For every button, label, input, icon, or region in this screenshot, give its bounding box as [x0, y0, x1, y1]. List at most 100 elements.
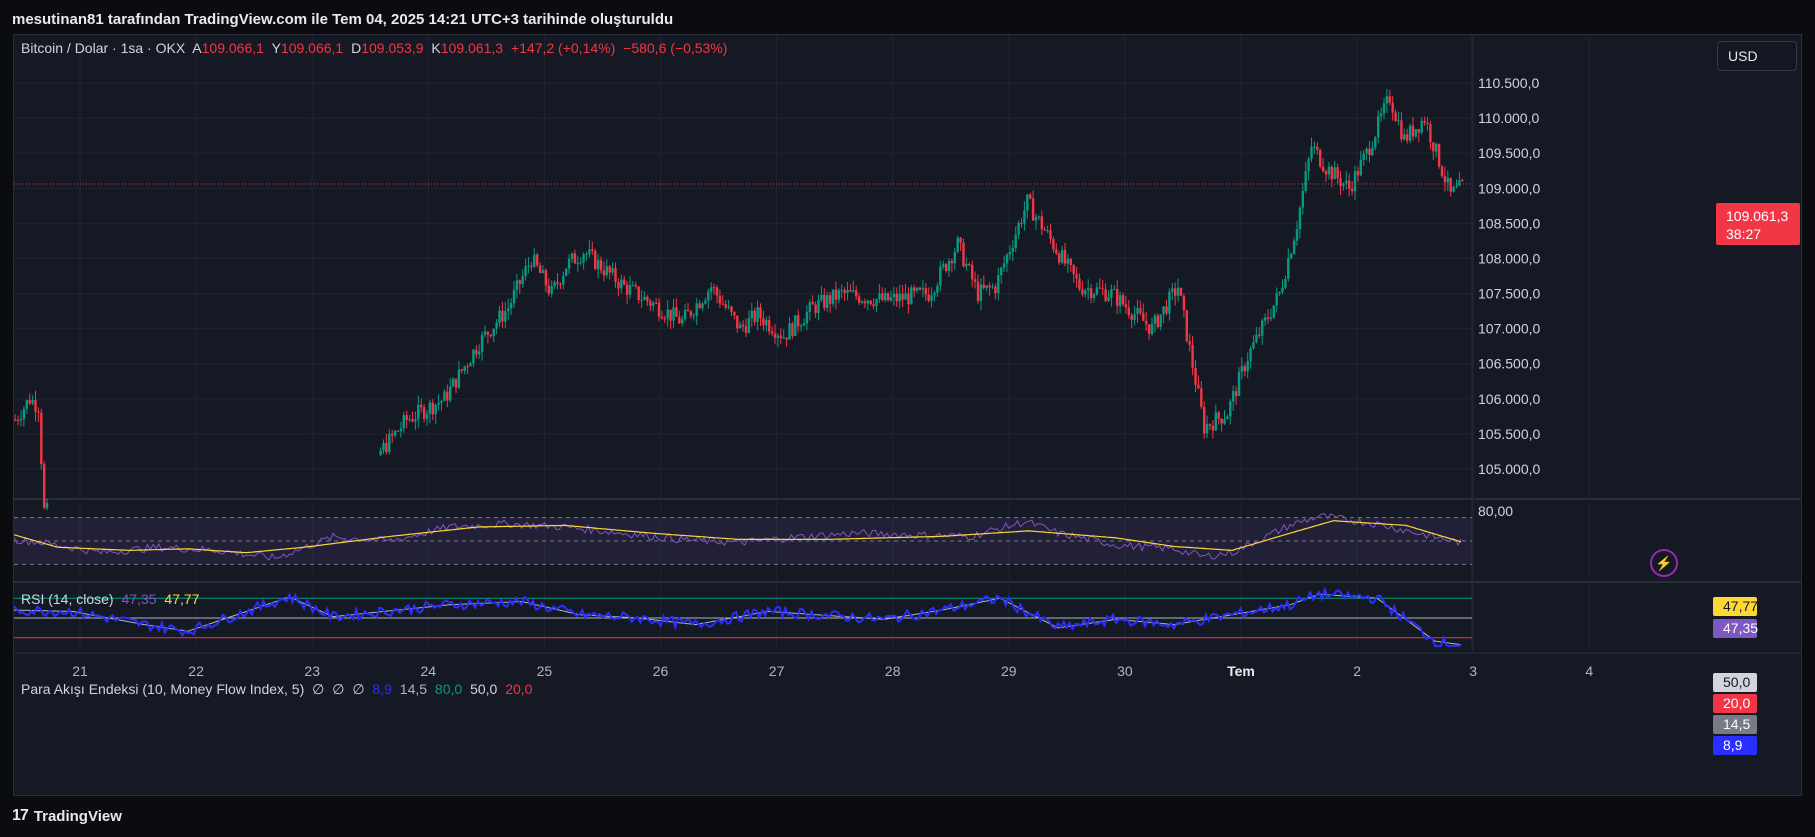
y-tick-label: 107.000,0 [1478, 321, 1540, 337]
currency-button[interactable]: USD [1717, 41, 1797, 71]
candle-body [947, 261, 951, 271]
candle-body [460, 369, 463, 371]
candle-body [440, 400, 443, 403]
candle-body [1066, 258, 1070, 264]
candle-body [408, 419, 411, 421]
candle-body [785, 337, 788, 340]
candle-body [915, 287, 919, 291]
lightning-icon[interactable]: ⚡ [1650, 549, 1678, 577]
candle-body [840, 289, 843, 291]
candle-body [921, 288, 925, 290]
candle-body [466, 366, 469, 368]
y-tick-label: 107.500,0 [1478, 286, 1540, 302]
mfi-val-2: ∅ [332, 681, 345, 697]
candle-body [422, 407, 426, 419]
candle-body [1229, 401, 1232, 417]
candle-body [486, 331, 490, 335]
candle-body [965, 264, 968, 267]
chart-frame[interactable]: 21 22 23 24 25 26 27 28 29 30 Tem 2 3 4 110.500,0 110.0… [13, 34, 1802, 796]
candle-body [878, 293, 881, 299]
candle-body [489, 334, 492, 337]
candle-body [478, 351, 481, 355]
candle-body [605, 266, 608, 276]
candle-body [1290, 253, 1293, 259]
candle-body [669, 309, 672, 321]
candle-body [1403, 134, 1406, 140]
y-tick-label: 106.500,0 [1478, 356, 1540, 372]
candle-body [533, 254, 536, 267]
candle-body [747, 317, 751, 333]
candle-body [498, 310, 501, 323]
candle-body [1200, 388, 1203, 407]
candle-body [875, 298, 878, 307]
candle-body [602, 270, 606, 276]
candle-body [683, 309, 687, 320]
y-tick-label: 108.500,0 [1478, 215, 1540, 231]
candle-body [37, 411, 40, 413]
candle-body [1333, 167, 1336, 180]
candle-body [765, 319, 768, 326]
candle-body [1243, 366, 1246, 372]
candle-body [1089, 288, 1093, 299]
candle-body [857, 296, 861, 303]
candle-body [817, 300, 820, 313]
rsi-legend[interactable]: RSI (14, close) 47,35 47,77 [21, 591, 203, 607]
candle-body [1203, 406, 1206, 434]
candle-body [1417, 129, 1420, 133]
candle-body [1211, 425, 1215, 431]
candle-body [985, 285, 988, 288]
tradingview-brand-label: TradingView [33, 807, 122, 825]
rsi-label: RSI (14, close) [21, 591, 114, 607]
candle-body [901, 293, 904, 300]
candle-body [756, 307, 759, 322]
candle-body [492, 328, 495, 337]
candle-body [1330, 166, 1333, 180]
candle-body [646, 296, 649, 302]
candle-body [562, 275, 565, 285]
x-tick-label: 24 [421, 663, 437, 679]
candle-body [1350, 188, 1354, 192]
price-change: +147,2 (+0,14%) [510, 40, 616, 56]
candle-body [828, 295, 832, 304]
candle-body [953, 251, 956, 264]
candle-body [997, 275, 1000, 294]
candle-body [770, 331, 774, 334]
mfi-val-6: 80,0 [434, 681, 463, 697]
candle-body [567, 258, 571, 269]
candle-body [1232, 391, 1235, 402]
candle-body [475, 349, 478, 355]
rsi-value-tag: 47,35 [1713, 619, 1758, 638]
candle-body [805, 312, 809, 324]
candle-body [1191, 344, 1194, 368]
x-tick-label: 22 [188, 663, 204, 679]
symbol-legend[interactable]: Bitcoin / Dolar · 1sa · OKX A109.066,1 Y… [21, 40, 731, 56]
candle-body [1272, 305, 1275, 318]
candle-body [933, 292, 936, 296]
candle-body [678, 316, 681, 324]
candle-body [791, 323, 794, 337]
candle-body [1353, 171, 1357, 192]
candle-body [936, 285, 939, 293]
candle-body [576, 262, 579, 264]
mfi-legend[interactable]: Para Akışı Endeksi (10, Money Flow Index… [21, 681, 536, 698]
candle-body [405, 415, 408, 420]
y-tick-label: 109.000,0 [1478, 180, 1540, 196]
candle-body [1278, 291, 1281, 294]
candle-body [654, 302, 658, 304]
candle-body [1145, 320, 1148, 325]
candle-body [652, 302, 655, 306]
tradingview-brand[interactable]: 17 TradingView [12, 806, 122, 826]
candle-body [1142, 313, 1145, 321]
y-tick-label: 109.500,0 [1478, 145, 1540, 161]
candle-body [672, 307, 675, 321]
candle-body [666, 309, 669, 319]
candle-body [43, 464, 46, 508]
candle-body [866, 300, 869, 304]
candle-body [1321, 166, 1325, 172]
candle-body [634, 285, 637, 287]
candle-body [1127, 307, 1130, 316]
candle-body [1234, 391, 1238, 396]
candle-body [913, 287, 916, 291]
candle-body [843, 289, 846, 293]
candle-body [1081, 289, 1084, 295]
